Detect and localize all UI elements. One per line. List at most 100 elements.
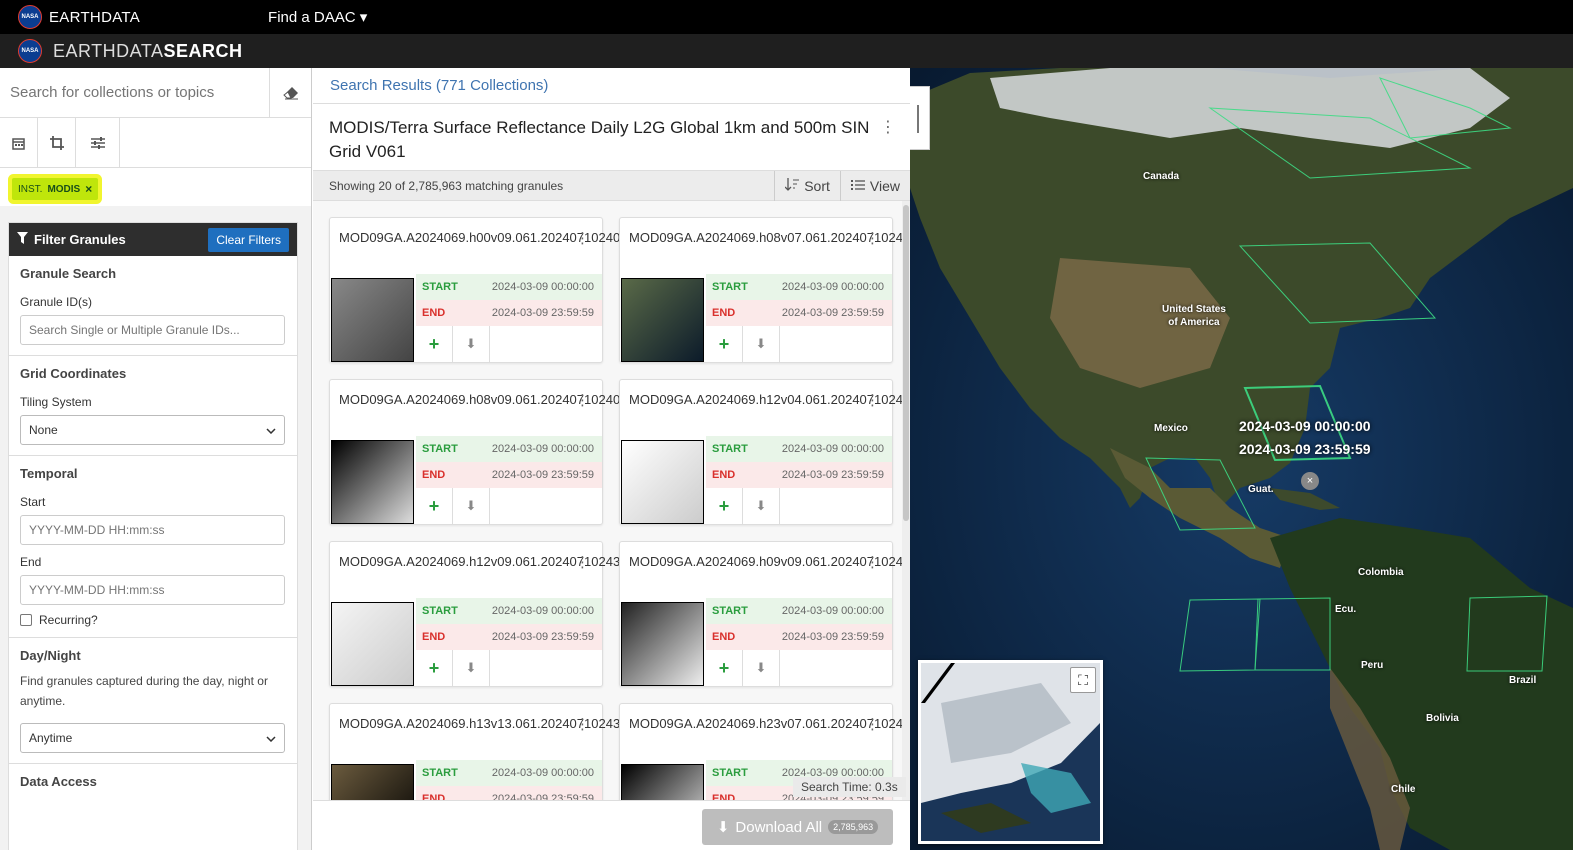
add-granule-plus-icon[interactable]: +: [706, 326, 743, 362]
download-icon[interactable]: ⬇: [453, 488, 490, 524]
view-button[interactable]: View: [839, 170, 910, 201]
crop-icon[interactable]: [38, 118, 76, 168]
kebab-icon[interactable]: ⋮: [575, 715, 590, 733]
kebab-icon[interactable]: ⋮: [575, 391, 590, 409]
download-all-button[interactable]: ⬇ Download All 2,785,963: [702, 809, 893, 845]
kebab-icon[interactable]: ⋮: [865, 391, 880, 409]
granule-card[interactable]: MOD09GA.A2024069.h09v09.061.202407102434…: [619, 541, 910, 687]
section-heading: Day/Night: [20, 648, 81, 663]
download-icon[interactable]: ⬇: [453, 326, 490, 362]
clear-filters-button[interactable]: Clear Filters: [208, 227, 289, 252]
nasa-logo-small[interactable]: NASA: [18, 39, 42, 63]
granule-thumbnail[interactable]: [621, 764, 704, 800]
search-time: Search Time: 0.3s: [793, 777, 906, 797]
download-icon[interactable]: ⬇: [743, 326, 780, 362]
add-granule-plus-icon[interactable]: +: [416, 650, 453, 686]
granule-thumbnail[interactable]: [331, 764, 414, 800]
granule-end-time: 2024-03-09 23:59:59: [781, 631, 884, 643]
showing-count: Showing 20 of 2,785,963 matching granule…: [329, 178, 564, 193]
earthdata-brand[interactable]: EARTHDATA: [49, 9, 140, 26]
tiling-system-label: Tiling System: [20, 395, 92, 409]
granule-thumbnail[interactable]: [621, 278, 704, 362]
granule-start-time: 2024-03-09 00:00:00: [491, 281, 594, 293]
granule-start-row: START 2024-03-09 00:00:00: [416, 760, 602, 786]
granule-card[interactable]: MOD09GA.A2024069.h13v13.061.202407102434…: [329, 703, 635, 800]
filter-icon: [17, 232, 28, 247]
granule-end-row: END2024-03-09 23:59:59: [706, 462, 892, 488]
kebab-icon[interactable]: ⋮: [575, 553, 590, 571]
find-daac-menu[interactable]: Find a DAAC ▾: [268, 8, 367, 26]
granule-end-row: END2024-03-09 23:59:59: [416, 300, 602, 326]
granule-start-time: 2024-03-09 00:00:00: [781, 281, 884, 293]
results-scrollbar-thumb[interactable]: [903, 205, 909, 521]
recurring-checkbox[interactable]: [20, 614, 32, 626]
granule-ids-input[interactable]: [20, 315, 285, 345]
granule-name: MOD09GA.A2024069.h09v09.061.202407102434…: [629, 554, 910, 569]
start-label: Start: [20, 495, 46, 509]
nasa-logo[interactable]: NASA: [18, 5, 42, 29]
granule-start-row: START 2024-03-09 00:00:00: [416, 436, 602, 462]
granule-thumbnail[interactable]: [621, 440, 704, 524]
granule-name: MOD09GA.A2024069.h13v13.061.202407102434…: [339, 716, 635, 731]
granule-card[interactable]: MOD09GA.A2024069.h08v09.061.202407102403…: [329, 379, 635, 525]
calendar-icon[interactable]: [0, 118, 38, 168]
granule-thumbnail[interactable]: [331, 278, 414, 362]
expand-icon[interactable]: ⛶: [1070, 667, 1096, 693]
tiling-system-select[interactable]: None: [20, 415, 285, 445]
collection-search-input[interactable]: [0, 67, 269, 118]
kebab-icon[interactable]: ⋮: [880, 116, 896, 140]
filter-granules-panel: Filter Granules Clear Filters Granule Se…: [8, 222, 298, 850]
section-heading: Temporal: [20, 466, 78, 481]
grid-coordinates-section: Grid Coordinates Tiling System None: [9, 356, 297, 456]
temporal-start-input[interactable]: [20, 515, 285, 545]
granule-start-row: START 2024-03-09 00:00:00: [416, 274, 602, 300]
map-label-chile: Chile: [1391, 784, 1416, 795]
granule-end-time: 2024-03-09 23:59:59: [781, 307, 884, 319]
temporal-end-input[interactable]: [20, 575, 285, 605]
granule-end-row: END2024-03-09 23:59:59: [706, 624, 892, 650]
granule-card[interactable]: MOD09GA.A2024069.h00v09.061.202407102404…: [329, 217, 635, 363]
search-results-link[interactable]: Search Results (771 Collections): [313, 68, 910, 104]
granule-end-time: 2024-03-09 23:59:59: [491, 469, 594, 481]
add-granule-plus-icon[interactable]: +: [706, 650, 743, 686]
day-night-select[interactable]: Anytime: [20, 723, 285, 753]
end-label: End: [20, 555, 42, 569]
instrument-filter-chip[interactable]: INST. MODIS ×: [12, 178, 99, 200]
download-icon[interactable]: ⬇: [743, 650, 780, 686]
granule-name: MOD09GA.A2024069.h00v09.061.202407102404…: [339, 230, 635, 245]
kebab-icon[interactable]: ⋮: [865, 229, 880, 247]
data-access-section: Data Access: [9, 764, 297, 813]
panel-resize-handle[interactable]: [910, 86, 930, 150]
download-icon[interactable]: ⬇: [743, 488, 780, 524]
granule-start-row: START 2024-03-09 00:00:00: [706, 274, 892, 300]
eraser-icon[interactable]: [269, 67, 311, 118]
close-icon[interactable]: ×: [1301, 472, 1319, 490]
granule-grid: MOD09GA.A2024069.h00v09.061.202407102404…: [313, 201, 910, 800]
granule-card[interactable]: MOD09GA.A2024069.h12v09.061.202407102431…: [329, 541, 635, 687]
results-footer: ⬇ Download All 2,785,963: [313, 800, 910, 850]
granule-end-row: END2024-03-09 23:59:59: [416, 624, 602, 650]
sliders-icon[interactable]: [76, 118, 120, 168]
chip-remove-icon[interactable]: ×: [85, 182, 92, 196]
granule-card[interactable]: MOD09GA.A2024069.h12v04.061.202407102414…: [619, 379, 910, 525]
day-night-description: Find granules captured during the day, n…: [20, 674, 268, 708]
earthdata-search-brand[interactable]: EARTHDATASEARCH: [53, 41, 243, 62]
add-granule-plus-icon[interactable]: +: [706, 488, 743, 524]
add-granule-plus-icon[interactable]: +: [416, 488, 453, 524]
granule-thumbnail[interactable]: [331, 440, 414, 524]
granule-start-row: START 2024-03-09 00:00:00: [706, 436, 892, 462]
download-icon[interactable]: ⬇: [453, 650, 490, 686]
granule-card[interactable]: MOD09GA.A2024069.h08v07.061.202407102411…: [619, 217, 910, 363]
kebab-icon[interactable]: ⋮: [865, 715, 880, 733]
kebab-icon[interactable]: ⋮: [575, 229, 590, 247]
chevron-down-icon: [266, 423, 276, 437]
search-app-header: NASA EARTHDATASEARCH: [0, 34, 1573, 68]
kebab-icon[interactable]: ⋮: [865, 553, 880, 571]
granule-name: MOD09GA.A2024069.h08v09.061.202407102403…: [339, 392, 635, 407]
sort-button[interactable]: Sort: [774, 170, 840, 201]
granule-end-row: END2024-03-09 23:59:59: [416, 462, 602, 488]
granule-thumbnail[interactable]: [331, 602, 414, 686]
section-heading: Grid Coordinates: [20, 366, 127, 381]
add-granule-plus-icon[interactable]: +: [416, 326, 453, 362]
granule-thumbnail[interactable]: [621, 602, 704, 686]
